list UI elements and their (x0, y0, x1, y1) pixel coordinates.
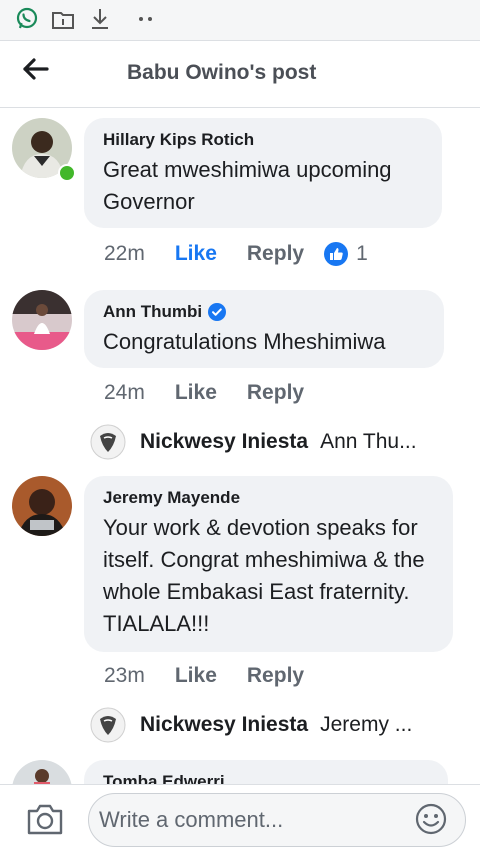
camera-icon[interactable] (26, 802, 64, 836)
reply-text: Jeremy ... (320, 713, 413, 736)
comment-bubble[interactable]: Jeremy Mayende Your work & devotion spea… (84, 476, 453, 652)
reaction-count: 1 (356, 242, 368, 265)
reply-preview[interactable]: Nickwesy Iniesta Jeremy ... (90, 707, 450, 743)
reply-avatar[interactable] (90, 707, 126, 743)
comment-time[interactable]: 22m (104, 242, 145, 266)
reply-author[interactable]: Nickwesy Iniesta (140, 430, 308, 454)
reply-avatar[interactable] (90, 424, 126, 460)
page-title: Babu Owino's post (127, 61, 317, 84)
comment-input[interactable] (88, 793, 466, 847)
comment-actions: 24m Like Reply (104, 381, 304, 405)
like-button[interactable]: Like (175, 242, 217, 266)
like-button[interactable]: Like (175, 664, 217, 688)
like-button[interactable]: Like (175, 381, 217, 405)
emoji-icon[interactable] (414, 802, 448, 836)
reply-button[interactable]: Reply (247, 381, 304, 405)
comment-time[interactable]: 23m (104, 664, 145, 688)
whatsapp-icon (16, 7, 38, 29)
avatar[interactable] (12, 290, 72, 350)
comment-author[interactable]: Jeremy Mayende (103, 488, 435, 508)
reply-button[interactable]: Reply (247, 664, 304, 688)
verified-badge-icon (208, 303, 227, 321)
reply-preview[interactable]: Nickwesy Iniesta Ann Thu... (90, 424, 450, 460)
comment-text: Congratulations Mheshimiwa (103, 329, 386, 354)
online-status-dot (58, 164, 76, 182)
comment-time[interactable]: 24m (104, 381, 145, 405)
reply-button[interactable]: Reply (247, 242, 304, 266)
comment-actions: 23m Like Reply (104, 664, 304, 688)
like-reaction-icon (324, 242, 349, 266)
comment-author[interactable]: Hillary Kips Rotich (103, 130, 424, 150)
back-arrow-icon[interactable] (18, 53, 54, 89)
reply-author[interactable]: Nickwesy Iniesta (140, 713, 308, 737)
comment-author-row: Ann Thumbi (103, 302, 426, 322)
comment-text: Great mweshimiwa upcoming Governor (103, 157, 392, 214)
avatar[interactable] (12, 476, 72, 536)
download-icon (92, 9, 108, 29)
post-header: Babu Owino's post (0, 40, 480, 108)
comment-actions: 22m Like Reply 1 (104, 242, 368, 266)
comment-bubble[interactable]: Hillary Kips Rotich Great mweshimiwa upc… (84, 118, 442, 228)
status-bar (0, 0, 480, 40)
sim-card-icon (52, 12, 74, 29)
reaction-summary[interactable]: 1 (324, 242, 368, 266)
comment-author[interactable]: Ann Thumbi (103, 302, 202, 322)
comment-composer (0, 784, 480, 854)
reply-text: Ann Thu... (320, 430, 417, 453)
more-dots-icon (139, 17, 152, 21)
comment-bubble[interactable]: Ann Thumbi Congratulations Mheshimiwa (84, 290, 444, 368)
comment-text: Your work & devotion speaks for itself. … (103, 515, 425, 636)
